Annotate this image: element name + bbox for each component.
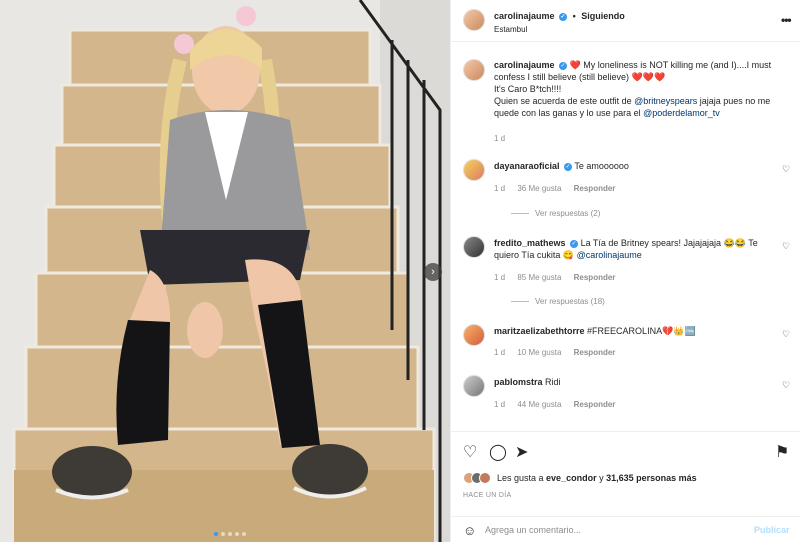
reply-button[interactable]: Responder [574,348,616,357]
post-photo[interactable]: › [0,0,450,542]
header-separator: • [572,11,576,21]
post-time[interactable]: HACE UN DÍA [463,492,511,499]
comment-username[interactable]: fredito_mathews [494,238,566,248]
carousel-dots [214,532,246,536]
caption-text: carolinajaume ✓ ❤️ My loneliness is NOT … [494,59,784,119]
comment-text: dayanaraoficial ✓ Te amoooooo [494,160,784,172]
chevron-right-icon: › [431,266,435,278]
comment-likes[interactable]: 44 Me gusta [517,400,561,409]
instagram-post: › carolinajaume ✓ • Siguiendo Estambul •… [0,0,800,542]
likes-text: Les gusta a eve_condor y 31,635 personas… [497,473,697,483]
heart-icon[interactable]: ♡ [463,442,477,462]
avatar[interactable] [463,9,485,31]
reply-button[interactable]: Responder [574,273,616,282]
bookmark-icon[interactable]: ⚑ [775,442,789,462]
comment-body: Ridi [545,377,561,387]
comment-text: pablomstra Ridi [494,376,784,388]
comment-username[interactable]: pablomstra [494,377,543,387]
caption-line2: It's Caro B*tch!!!! [494,84,562,94]
comment-body: #FREECAROLINA💔👑🆒 [587,326,696,336]
verified-badge-icon: ✓ [570,239,579,248]
caption-username[interactable]: carolinajaume [494,60,555,70]
avatar[interactable] [463,159,485,181]
comment-text: maritzaelizabethtorre #FREECAROLINA💔👑🆒 [494,325,784,337]
avatar[interactable] [463,375,485,397]
carousel-dot [242,532,246,536]
comment-input[interactable] [485,523,735,537]
mention-link[interactable]: @britneyspears [634,96,697,106]
comment-time[interactable]: 1 d [494,184,505,193]
share-icon[interactable]: ➤ [515,442,528,462]
reply-button[interactable]: Responder [574,184,616,193]
caption-time[interactable]: 1 d [494,134,505,143]
caption-meta: 1 d [494,134,515,143]
carousel-dot [235,532,239,536]
comment-likes[interactable]: 36 Me gusta [517,184,561,193]
divider [511,301,529,303]
carousel-dot [214,532,218,536]
comment-composer: ☺ Publicar [451,516,800,543]
comment-meta: 1 d 36 Me gusta Responder [494,184,625,193]
likes-prefix: Les gusta a [497,473,547,483]
post-side-panel: carolinajaume ✓ • Siguiendo Estambul •••… [450,0,800,542]
comment-username[interactable]: dayanaraoficial [494,161,560,171]
comment-body: Te amoooooo [574,161,629,171]
following-button[interactable]: Siguiendo [581,11,625,21]
mention-link[interactable]: @carolinajaume [577,250,642,260]
heart-icon[interactable]: ♡ [782,329,790,340]
verified-badge-icon: ✓ [564,162,573,171]
heart-icon[interactable]: ♡ [782,164,790,175]
comment-meta: 1 d 85 Me gusta Responder [494,273,625,282]
header-username[interactable]: carolinajaume [494,11,555,21]
reply-button[interactable]: Responder [574,400,616,409]
mention-link[interactable]: @poderdelamor_tv [643,108,720,118]
comment-username[interactable]: maritzaelizabethtorre [494,326,585,336]
carousel-dot [221,532,225,536]
header-user-line: carolinajaume ✓ • Siguiendo [494,11,625,21]
verified-badge-icon: ✓ [559,12,568,21]
view-replies-button[interactable]: Ver respuestas (18) [511,297,605,306]
comment-text: fredito_mathews ✓ La Tía de Britney spea… [494,237,784,261]
divider [511,213,529,215]
publish-button[interactable]: Publicar [754,525,790,535]
more-dots-icon[interactable]: ••• [781,13,792,27]
comment-time[interactable]: 1 d [494,400,505,409]
comment-time[interactable]: 1 d [494,348,505,357]
photo-illustration [0,0,450,542]
avatar[interactable] [463,236,485,258]
view-replies-label: Ver respuestas (2) [535,209,601,218]
next-photo-button[interactable]: › [424,263,442,281]
liker-avatar [479,472,491,484]
carousel-dot [228,532,232,536]
post-header: carolinajaume ✓ • Siguiendo Estambul ••• [451,0,800,42]
view-replies-button[interactable]: Ver respuestas (2) [511,209,600,218]
emoji-icon[interactable]: ☺ [463,523,476,538]
avatar[interactable] [463,324,485,346]
comment-likes[interactable]: 10 Me gusta [517,348,561,357]
likes-user[interactable]: eve_condor [546,473,597,483]
comment-icon[interactable]: ◯ [489,442,507,462]
comment-meta: 1 d 10 Me gusta Responder [494,348,625,357]
comments-list[interactable]: carolinajaume ✓ ❤️ My loneliness is NOT … [451,43,800,430]
view-replies-label: Ver respuestas (18) [535,297,605,306]
comment-likes[interactable]: 85 Me gusta [517,273,561,282]
likes-count[interactable]: 31,635 personas más [606,473,697,483]
caption-line3-pre: Quien se acuerda de este outfit de [494,96,635,106]
heart-icon[interactable]: ♡ [782,241,790,252]
likes-mid: y [596,473,607,483]
likes-summary[interactable]: Les gusta a eve_condor y 31,635 personas… [463,472,697,484]
location-link[interactable]: Estambul [494,25,527,34]
heart-icon[interactable]: ♡ [782,380,790,391]
post-actions: ♡ ◯ ➤ ⚑ Les gusta a eve_condor y 31,635 … [451,431,800,542]
avatar[interactable] [463,59,485,81]
comment-time[interactable]: 1 d [494,273,505,282]
comment-meta: 1 d 44 Me gusta Responder [494,400,625,409]
verified-badge-icon: ✓ [559,61,568,70]
